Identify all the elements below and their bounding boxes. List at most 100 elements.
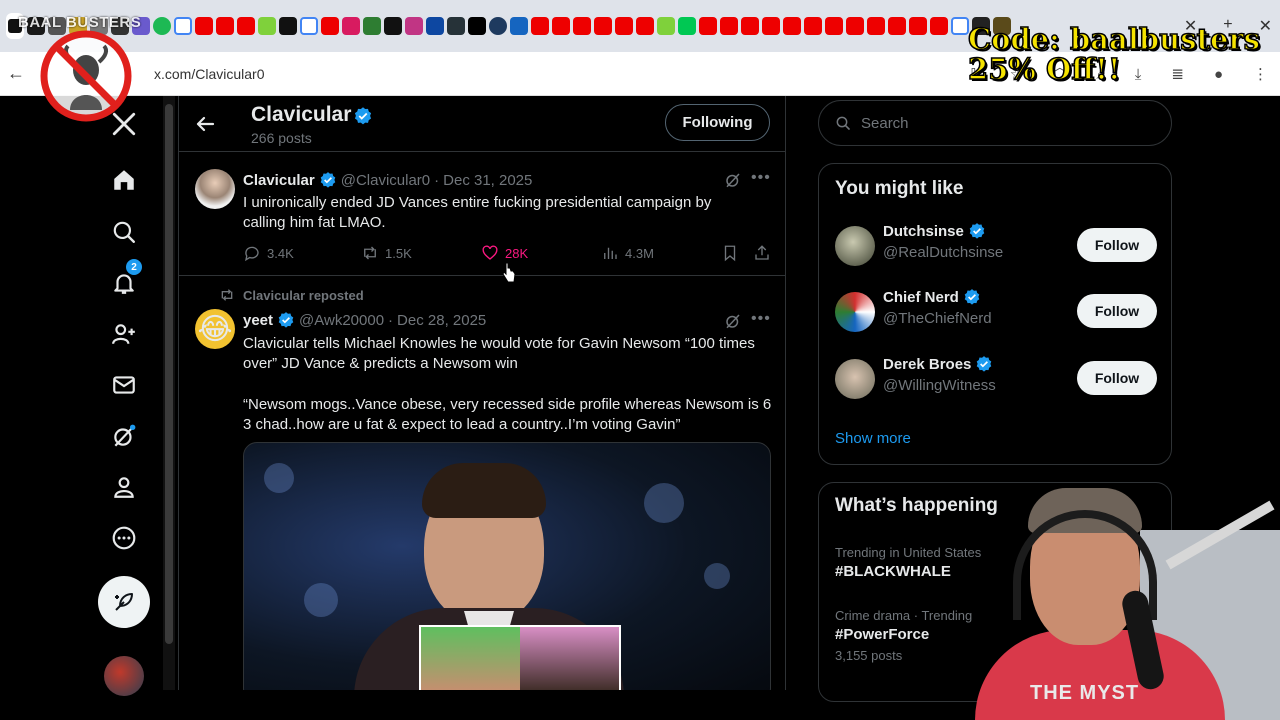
follow-button[interactable]: Follow [1077, 294, 1157, 328]
communities-add-person-icon[interactable] [96, 312, 152, 356]
more-options-icon[interactable]: ••• [751, 169, 771, 187]
scrollbar-thumb[interactable] [165, 104, 173, 644]
tab-favicon[interactable] [258, 17, 276, 35]
tab-favicon[interactable] [447, 17, 465, 35]
tweet-avatar[interactable]: 😂 [195, 309, 235, 349]
url-field[interactable]: x.com/Clavicular0 [154, 66, 264, 82]
tab-favicon[interactable] [867, 17, 885, 35]
tab-favicon[interactable] [762, 17, 780, 35]
tweet-text: I unironically ended JD Vances entire fu… [243, 194, 712, 231]
like-button[interactable]: 28K [481, 244, 528, 262]
tab-favicon[interactable] [216, 17, 234, 35]
tab-favicon[interactable] [153, 17, 171, 35]
repost-label[interactable]: Clavicular reposted [243, 288, 364, 303]
tweet-video[interactable] [243, 442, 771, 690]
tab-favicon[interactable] [489, 17, 507, 35]
more-circle-icon[interactable] [96, 516, 152, 560]
tab-favicon[interactable] [951, 17, 969, 35]
tab-favicon[interactable] [888, 17, 906, 35]
tweet[interactable]: Clavicular reposted 😂 yeet @Awk20000 · D… [179, 277, 785, 690]
tab-favicon[interactable] [783, 17, 801, 35]
tab-favicon[interactable] [531, 17, 549, 35]
author-handle[interactable]: @Clavicular0 [341, 172, 430, 189]
repost-context: Clavicular reposted [219, 287, 364, 303]
suggested-account[interactable]: Chief Nerd @TheChiefNerd Follow [819, 282, 1171, 342]
tweet[interactable]: Clavicular @Clavicular0 · Dec 31, 2025 •… [179, 153, 785, 276]
grok-explain-icon[interactable] [724, 312, 742, 330]
prohibited-baal-logo [40, 30, 132, 122]
suggested-name[interactable]: Chief Nerd [883, 289, 959, 306]
account-avatar[interactable] [104, 656, 144, 696]
profile-person-icon[interactable] [96, 465, 152, 509]
tweet-date[interactable]: Dec 31, 2025 [443, 172, 532, 189]
messages-envelope-icon[interactable] [96, 363, 152, 407]
follow-button[interactable]: Follow [1077, 228, 1157, 262]
tab-favicon[interactable] [741, 17, 759, 35]
tab-favicon[interactable] [510, 17, 528, 35]
video-frame-detail [264, 463, 294, 493]
compose-post-button[interactable] [98, 576, 150, 628]
suggested-handle: @WillingWitness [883, 377, 996, 394]
back-arrow-icon[interactable] [193, 112, 217, 136]
tab-favicon[interactable] [174, 17, 192, 35]
notifications-bell-icon[interactable]: 2 [96, 259, 152, 305]
post-count: 266 posts [251, 130, 312, 146]
tab-favicon[interactable] [237, 17, 255, 35]
tab-favicon[interactable] [636, 17, 654, 35]
tab-favicon[interactable] [720, 17, 738, 35]
tab-favicon[interactable] [846, 17, 864, 35]
suggested-account[interactable]: Derek Broes @WillingWitness Follow [819, 349, 1171, 409]
author-handle[interactable]: @Awk20000 [299, 312, 384, 329]
tab-favicon[interactable] [615, 17, 633, 35]
tab-favicon[interactable] [300, 17, 318, 35]
tab-favicon[interactable] [321, 17, 339, 35]
views-button[interactable]: 4.3M [601, 244, 654, 262]
tab-favicon[interactable] [363, 17, 381, 35]
home-icon[interactable] [96, 158, 152, 202]
following-button[interactable]: Following [665, 104, 770, 141]
bookmark-icon[interactable] [721, 244, 739, 262]
reply-button[interactable]: 3.4K [243, 244, 294, 262]
tab-favicon[interactable] [468, 17, 486, 35]
tab-favicon[interactable] [342, 17, 360, 35]
grok-icon[interactable] [96, 414, 152, 458]
suggested-avatar[interactable] [835, 292, 875, 332]
promo-code: Code: baalbusters [967, 22, 1260, 56]
follow-button[interactable]: Follow [1077, 361, 1157, 395]
verified-badge-icon [969, 223, 985, 239]
suggested-avatar[interactable] [835, 359, 875, 399]
separator-dot: · [434, 171, 440, 189]
grok-explain-icon[interactable] [724, 171, 742, 189]
author-name[interactable]: yeet [243, 312, 273, 329]
show-more-link[interactable]: Show more [835, 430, 911, 447]
tab-favicon[interactable] [573, 17, 591, 35]
tab-favicon[interactable] [930, 17, 948, 35]
tab-favicon[interactable] [657, 17, 675, 35]
search-input[interactable]: Search [818, 100, 1172, 146]
tab-favicon[interactable] [195, 17, 213, 35]
tweet-avatar[interactable] [195, 169, 235, 209]
tab-favicon[interactable] [825, 17, 843, 35]
browser-back-icon[interactable]: ← [2, 63, 30, 84]
more-options-icon[interactable]: ••• [751, 310, 771, 328]
tab-favicon[interactable] [426, 17, 444, 35]
tab-favicon[interactable] [405, 17, 423, 35]
tweet-date[interactable]: Dec 28, 2025 [397, 312, 486, 329]
tab-favicon[interactable] [279, 17, 297, 35]
tab-favicon[interactable] [678, 17, 696, 35]
tab-favicon[interactable] [384, 17, 402, 35]
tab-favicon[interactable] [699, 17, 717, 35]
repost-button[interactable]: 1.5K [361, 244, 412, 262]
suggested-avatar[interactable] [835, 226, 875, 266]
tab-favicon[interactable] [552, 17, 570, 35]
tab-favicon[interactable] [594, 17, 612, 35]
share-icon[interactable] [753, 244, 771, 262]
tab-favicon[interactable] [804, 17, 822, 35]
suggested-name[interactable]: Derek Broes [883, 356, 971, 373]
suggested-account[interactable]: Dutchsinse @RealDutchsinse Follow [819, 216, 1171, 276]
author-name[interactable]: Clavicular [243, 172, 315, 189]
window-close-icon[interactable]: ✕ [1259, 16, 1272, 36]
suggested-name[interactable]: Dutchsinse [883, 223, 964, 240]
tab-favicon[interactable] [909, 17, 927, 35]
explore-search-icon[interactable] [96, 210, 152, 254]
